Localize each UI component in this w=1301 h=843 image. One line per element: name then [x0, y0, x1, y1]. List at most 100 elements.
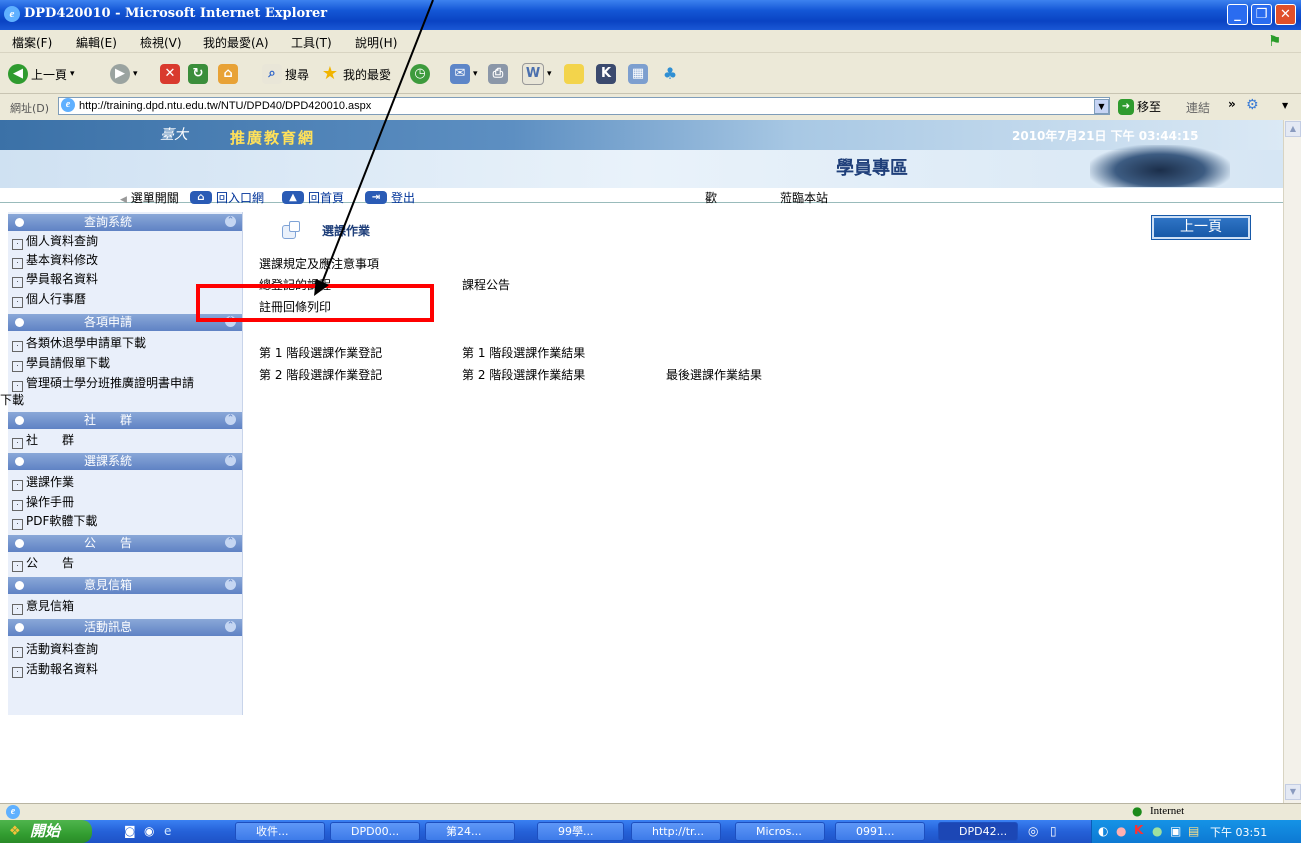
task-button[interactable]: Micros... — [735, 822, 825, 841]
tray-green-icon[interactable]: ● — [1152, 824, 1162, 838]
task-label: DPD00... — [351, 825, 400, 838]
print-button[interactable]: ⎙ — [488, 63, 508, 85]
extra-dropdown-icon[interactable]: ▼ — [1282, 101, 1288, 110]
tray-lock-icon[interactable]: ▤ — [1188, 824, 1199, 838]
volume-icon[interactable]: ◐ — [1098, 824, 1108, 838]
note-icon — [564, 64, 584, 84]
window-title: DPD420010 - Microsoft Internet Explorer — [24, 6, 328, 21]
menu-view[interactable]: 檢視(V) — [140, 34, 182, 51]
collapse-icon[interactable]: ⌃ — [225, 414, 236, 425]
quicklaunch-desktop-icon[interactable]: ◙ — [124, 824, 136, 838]
sidebar-item[interactable]: · 公 告 — [12, 554, 74, 572]
portal-link[interactable]: ⌂ 回入口網 — [190, 189, 264, 206]
welcome-left: 歡 — [705, 191, 718, 205]
sidebar-section-feedback[interactable]: 意見信箱 ⌃ — [8, 577, 242, 594]
vertical-scrollbar[interactable]: ▲ ▼ — [1283, 120, 1301, 803]
collapse-icon[interactable]: ⌃ — [225, 621, 236, 632]
back-button[interactable]: ◀ 上一頁 ▾ — [8, 63, 75, 85]
sidebar-item[interactable]: · PDF軟體下載 — [12, 512, 97, 530]
task-button[interactable]: 99學... — [537, 822, 624, 841]
collapse-icon[interactable]: ⌃ — [225, 579, 236, 590]
forward-button[interactable]: ▶ ▾ — [110, 63, 138, 85]
sidebar-item-wrap[interactable]: 下載 — [0, 391, 24, 408]
go-button[interactable]: ➜ 移至 — [1118, 98, 1161, 115]
menu-favorites[interactable]: 我的最愛(A) — [203, 34, 269, 51]
globe-icon: ● — [1132, 804, 1143, 818]
item-box-icon: · — [12, 519, 23, 530]
links-label[interactable]: 連結 — [1186, 99, 1210, 116]
research-button[interactable]: K — [596, 63, 616, 85]
back-label: 上一頁 — [31, 67, 68, 82]
menu-file[interactable]: 檔案(F) — [12, 34, 52, 51]
stage2-result-link[interactable]: 第 2 階段選課作業結果 — [462, 366, 585, 383]
tray-help-icon[interactable]: ◎ — [1028, 824, 1038, 838]
stage1-result-link[interactable]: 第 1 階段選課作業結果 — [462, 344, 585, 361]
links-expand-icon[interactable]: » — [1228, 97, 1236, 111]
tray-red-icon[interactable]: ● — [1116, 824, 1126, 838]
sidebar-section-query[interactable]: 查詢系統 ⌃ — [8, 214, 242, 231]
maximize-button[interactable]: ❐ — [1251, 4, 1272, 25]
back-page-button[interactable]: 上一頁 — [1151, 215, 1251, 240]
discuss-button[interactable] — [564, 63, 584, 85]
task-button[interactable]: 第24... — [425, 822, 515, 841]
mail-button[interactable]: ✉ ▾ — [450, 63, 478, 85]
sidebar-item[interactable]: · 個人行事曆 — [12, 290, 86, 308]
course-notice-link[interactable]: 課程公告 — [462, 276, 510, 293]
quicklaunch-ie-icon[interactable]: e — [164, 824, 171, 838]
home-button[interactable]: ⌂ — [218, 63, 238, 85]
collapse-icon[interactable]: ⌃ — [225, 216, 236, 227]
stop-button[interactable]: ✕ — [160, 63, 180, 85]
menu-toggle-link[interactable]: ◀ 選單開關 — [120, 189, 179, 206]
start-button[interactable]: ❖ 開始 — [0, 820, 92, 843]
sidebar-section-community[interactable]: 社 群 ⌃ — [8, 412, 242, 429]
scroll-up-icon[interactable]: ▲ — [1285, 121, 1301, 137]
refresh-button[interactable]: ↻ — [188, 63, 208, 85]
task-label: 0991... — [856, 825, 895, 838]
sidebar-item[interactable]: · 基本資料修改 — [12, 251, 98, 269]
quicklaunch-media-icon[interactable]: ◉ — [144, 824, 154, 838]
task-button[interactable]: 收件... — [235, 822, 325, 841]
sidebar-item[interactable]: · 管理碩士學分班推廣證明書申請 — [12, 374, 194, 392]
task-label: 99學... — [558, 825, 594, 838]
sidebar-item[interactable]: · 個人資料查詢 — [12, 232, 98, 250]
collapse-icon[interactable]: ⌃ — [225, 537, 236, 548]
tray-k-icon[interactable]: K — [1134, 823, 1143, 837]
collapse-icon[interactable]: ⌃ — [225, 455, 236, 466]
menu-edit[interactable]: 編輯(E) — [76, 34, 117, 51]
welcome-right: 蒞臨本站 — [780, 191, 829, 205]
sidebar-section-course[interactable]: 選課系統 ⌃ — [8, 453, 242, 470]
task-button[interactable]: DPD00... — [330, 822, 420, 841]
address-input[interactable]: e http://training.dpd.ntu.edu.tw/NTU/DPD… — [58, 97, 1110, 115]
sidebar-section-notice[interactable]: 公 告 ⌃ — [8, 535, 242, 552]
sidebar-item[interactable]: · 學員請假單下載 — [12, 354, 110, 372]
address-dropdown-icon[interactable]: ▼ — [1094, 99, 1109, 114]
sidebar-item[interactable]: · 社 群 — [12, 431, 74, 449]
annotation-arrow — [314, 0, 434, 296]
scroll-down-icon[interactable]: ▼ — [1285, 784, 1301, 800]
edit-button[interactable]: W ▾ — [522, 63, 552, 85]
task-button[interactable]: http://tr... — [631, 822, 721, 841]
stage2-register-link[interactable]: 第 2 階段選課作業登記 — [259, 366, 382, 383]
item-label: 活動報名資料 — [26, 662, 99, 676]
item-label: 基本資料修改 — [26, 253, 99, 267]
task-button-active[interactable]: DPD42... — [938, 822, 1018, 841]
sidebar-section-activity[interactable]: 活動訊息 ⌃ — [8, 619, 242, 636]
stage1-register-link[interactable]: 第 1 階段選課作業登記 — [259, 344, 382, 361]
tool-button[interactable]: ▦ — [628, 63, 648, 85]
sidebar-item[interactable]: · 學員報名資料 — [12, 270, 98, 288]
tray-monitor-icon[interactable]: ▣ — [1170, 824, 1181, 838]
minimize-button[interactable]: _ — [1227, 4, 1248, 25]
task-button[interactable]: 0991... — [835, 822, 925, 841]
sidebar-item[interactable]: · 各類休退學申請單下載 — [12, 334, 146, 352]
final-result-link[interactable]: 最後選課作業結果 — [666, 366, 762, 383]
sidebar-item[interactable]: · 活動報名資料 — [12, 660, 98, 678]
close-button[interactable]: ✕ — [1275, 4, 1296, 25]
sidebar-item[interactable]: · 選課作業 — [12, 473, 74, 491]
sidebar-item[interactable]: · 操作手冊 — [12, 493, 74, 511]
item-label: 選課作業 — [26, 475, 75, 489]
sidebar-item[interactable]: · 意見信箱 — [12, 597, 74, 615]
tray-window-icon[interactable]: ▯ — [1050, 824, 1057, 838]
toolbar-extra-icon[interactable]: ⚙ — [1246, 97, 1259, 113]
sidebar-item[interactable]: · 活動資料查詢 — [12, 640, 98, 658]
messenger-button[interactable]: ♣ — [660, 63, 680, 85]
